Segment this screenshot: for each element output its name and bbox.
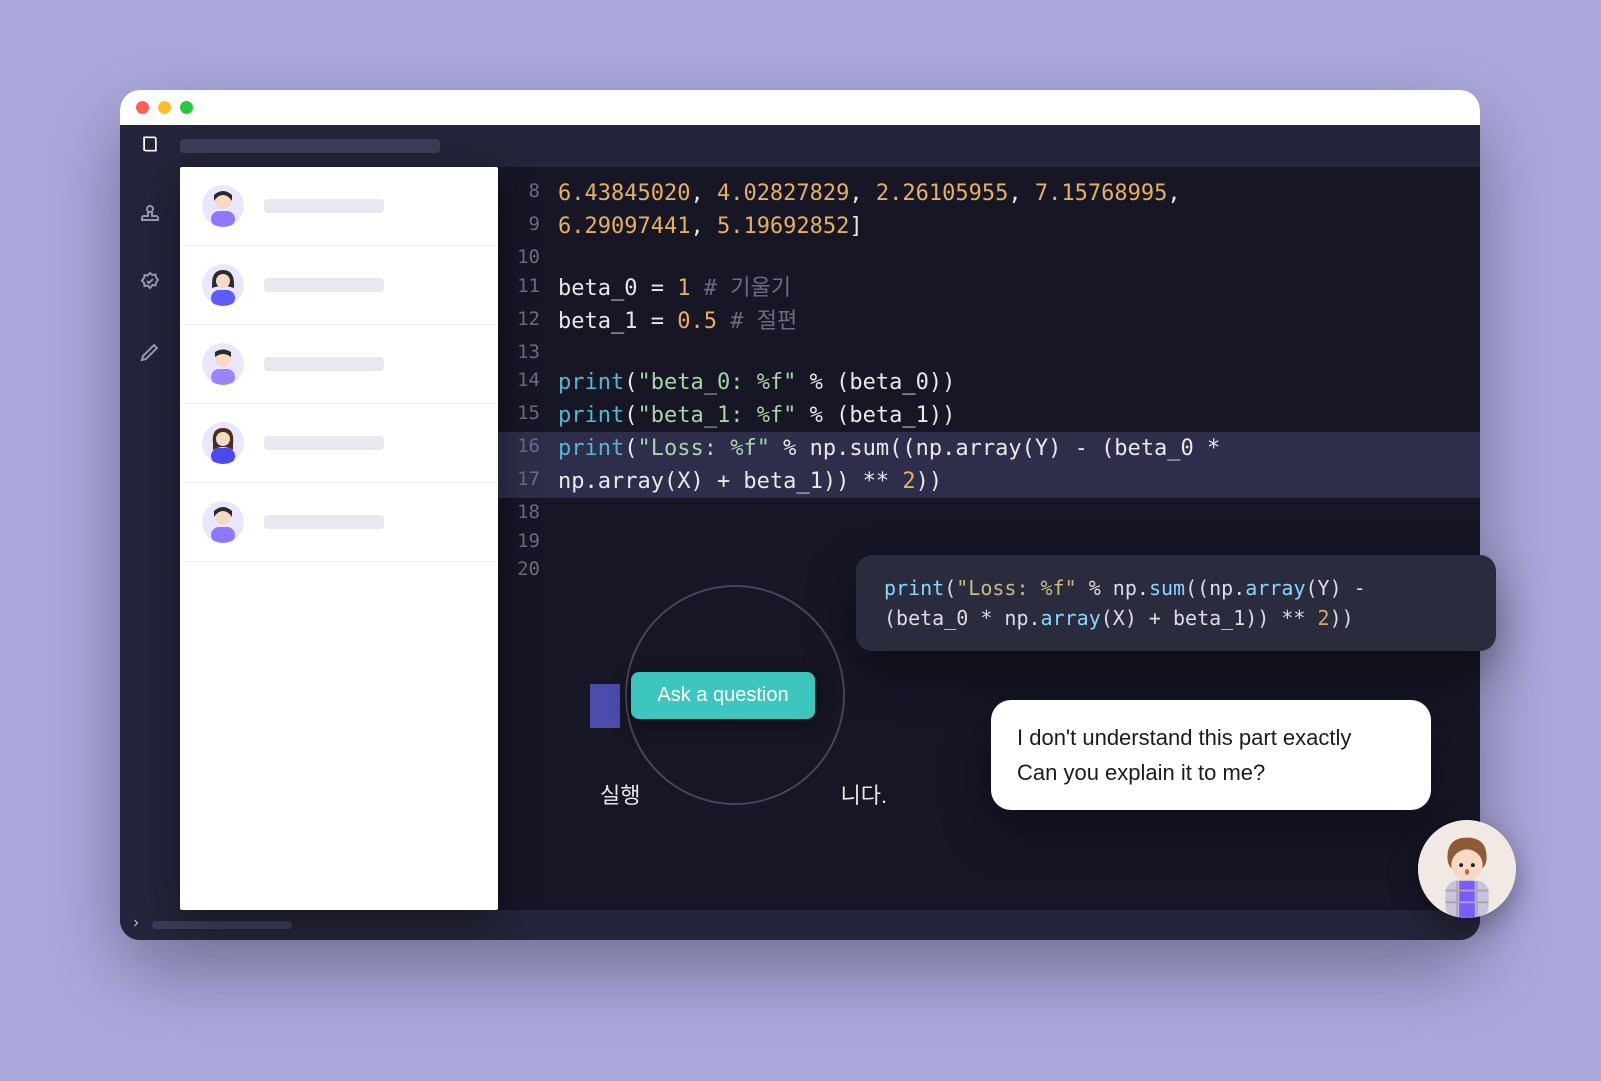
avatar bbox=[202, 501, 244, 543]
line-number: 13 bbox=[498, 338, 558, 367]
code-line[interactable]: 11beta_0 = 1 # 기울기 bbox=[498, 272, 1480, 305]
person-row[interactable] bbox=[180, 246, 498, 325]
book-icon bbox=[140, 133, 160, 160]
avatar bbox=[202, 422, 244, 464]
person-name-placeholder bbox=[264, 436, 384, 450]
code-content: np.array(X) + beta_1)) ** 2)) bbox=[558, 465, 942, 498]
person-row[interactable] bbox=[180, 167, 498, 246]
chat-avatar bbox=[1418, 820, 1516, 918]
status-placeholder bbox=[152, 921, 292, 929]
code-line[interactable]: 13 bbox=[498, 338, 1480, 367]
tooltip-code-line: print("Loss: %f" % np.sum((np.array(Y) - bbox=[884, 573, 1468, 603]
window-titlebar bbox=[120, 90, 1480, 125]
avatar bbox=[202, 264, 244, 306]
chat-message: I don't understand this part exactly Can… bbox=[991, 700, 1431, 810]
code-line[interactable]: 10 bbox=[498, 243, 1480, 272]
code-content: beta_0 = 1 # 기울기 bbox=[558, 272, 791, 305]
code-content: 6.43845020, 4.02827829, 2.26105955, 7.15… bbox=[558, 177, 1181, 210]
chevron-right-icon[interactable] bbox=[130, 916, 142, 934]
line-number: 17 bbox=[498, 465, 558, 498]
check-badge-icon[interactable] bbox=[138, 271, 162, 300]
person-name-placeholder bbox=[264, 357, 384, 371]
code-line[interactable]: 86.43845020, 4.02827829, 2.26105955, 7.1… bbox=[498, 177, 1480, 210]
avatar bbox=[202, 343, 244, 385]
code-content: print("Loss: %f" % np.sum((np.array(Y) -… bbox=[558, 432, 1234, 465]
line-number: 9 bbox=[498, 210, 558, 243]
code-line[interactable]: 17np.array(X) + beta_1)) ** 2)) bbox=[498, 465, 1480, 498]
person-row[interactable] bbox=[180, 325, 498, 404]
bottom-status-bar bbox=[120, 910, 1480, 940]
line-number: 19 bbox=[498, 527, 558, 556]
line-number: 16 bbox=[498, 432, 558, 465]
line-number: 14 bbox=[498, 366, 558, 399]
code-content: beta_1 = 0.5 # 절편 bbox=[558, 305, 797, 338]
app-window: 86.43845020, 4.02827829, 2.26105955, 7.1… bbox=[120, 90, 1480, 940]
stamp-icon[interactable] bbox=[138, 202, 162, 231]
pencil-icon[interactable] bbox=[138, 340, 162, 369]
line-number: 11 bbox=[498, 272, 558, 305]
code-line[interactable]: 14print("beta_0: %f" % (beta_0)) bbox=[498, 366, 1480, 399]
breadcrumb-placeholder bbox=[180, 139, 440, 153]
code-line[interactable]: 18 bbox=[498, 498, 1480, 527]
person-name-placeholder bbox=[264, 199, 384, 213]
status-text: 실행니다. bbox=[600, 778, 887, 810]
line-number: 20 bbox=[498, 555, 558, 584]
close-window-button[interactable] bbox=[136, 101, 149, 114]
line-number: 10 bbox=[498, 243, 558, 272]
line-number: 18 bbox=[498, 498, 558, 527]
code-snippet-tooltip: print("Loss: %f" % np.sum((np.array(Y) -… bbox=[856, 555, 1496, 651]
people-panel bbox=[180, 167, 498, 910]
icon-sidebar bbox=[120, 167, 180, 910]
top-toolbar bbox=[120, 125, 1480, 167]
person-name-placeholder bbox=[264, 515, 384, 529]
line-number: 8 bbox=[498, 177, 558, 210]
tooltip-code-line: (beta_0 * np.array(X) + beta_1)) ** 2)) bbox=[884, 603, 1468, 633]
line-number: 15 bbox=[498, 399, 558, 432]
code-content: print("beta_1: %f" % (beta_1)) bbox=[558, 399, 955, 432]
line-number: 12 bbox=[498, 305, 558, 338]
person-name-placeholder bbox=[264, 278, 384, 292]
code-line[interactable]: 96.29097441, 5.19692852] bbox=[498, 210, 1480, 243]
avatar bbox=[202, 185, 244, 227]
chat-line: Can you explain it to me? bbox=[1017, 755, 1405, 790]
run-button-edge[interactable] bbox=[590, 684, 620, 728]
code-line[interactable]: 12beta_1 = 0.5 # 절편 bbox=[498, 305, 1480, 338]
code-content: print("beta_0: %f" % (beta_0)) bbox=[558, 366, 955, 399]
code-line[interactable]: 19 bbox=[498, 527, 1480, 556]
maximize-window-button[interactable] bbox=[180, 101, 193, 114]
ask-question-button[interactable]: Ask a question bbox=[631, 672, 814, 719]
code-line[interactable]: 15print("beta_1: %f" % (beta_1)) bbox=[498, 399, 1480, 432]
person-row[interactable] bbox=[180, 404, 498, 483]
code-content: 6.29097441, 5.19692852] bbox=[558, 210, 863, 243]
person-row[interactable] bbox=[180, 483, 498, 562]
chat-line: I don't understand this part exactly bbox=[1017, 720, 1405, 755]
code-line[interactable]: 16print("Loss: %f" % np.sum((np.array(Y)… bbox=[498, 432, 1480, 465]
minimize-window-button[interactable] bbox=[158, 101, 171, 114]
